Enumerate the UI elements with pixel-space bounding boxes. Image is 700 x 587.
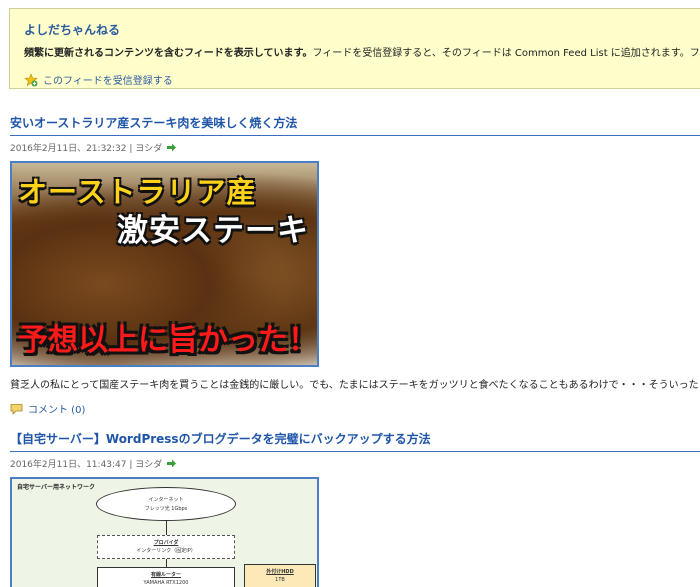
diagram-title: 自宅サーバー用ネットワーク <box>17 482 95 491</box>
diagram-hdd-sub: 1TB <box>245 576 315 584</box>
diagram-router-node: 有線ルーター YAMAHA RTX1200 <box>97 567 235 587</box>
diagram-hdd-label: 外付けHDD <box>245 568 315 576</box>
diagram-router-sub: YAMAHA RTX1200 <box>98 579 234 587</box>
go-arrow-icon[interactable] <box>166 142 177 153</box>
feed-post: 安いオーストラリア産ステーキ肉を美味しく焼く方法 2016年2月11日、21:3… <box>10 114 700 416</box>
feed-description-bold: 頻繁に更新されるコンテンツを含むフィードを表示しています。 <box>24 48 313 59</box>
post-title-link[interactable]: 安いオーストラリア産ステーキ肉を美味しく焼く方法 <box>10 114 700 136</box>
thumbnail-caption-2: 激安ステーキ <box>117 205 309 250</box>
post-meta: 2016年2月11日、11:43:47 | ヨシダ <box>10 457 700 470</box>
diagram-connector <box>166 521 167 535</box>
feed-description-rest: フィードを受信登録すると、そのフィードは Common Feed List に追… <box>313 48 700 59</box>
diagram-router-label: 有線ルーター <box>98 571 234 579</box>
feed-description: 頻繁に更新されるコンテンツを含むフィードを表示しています。フィードを受信登録する… <box>24 44 700 59</box>
subscribe-link[interactable]: このフィードを受信登録する <box>24 72 700 87</box>
feed-info-banner: よしだちゃんねる 頻繁に更新されるコンテンツを含むフィードを表示しています。フィ… <box>9 8 700 89</box>
feed-title: よしだちゃんねる <box>24 21 700 38</box>
comments-label: コメント (0) <box>28 401 85 416</box>
diagram-provider-sub: インターリンク（固定IP） <box>98 547 234 555</box>
diagram-provider-label: プロバイダ <box>98 539 234 547</box>
subscribe-star-icon <box>24 73 38 87</box>
post-thumbnail-image[interactable]: オーストラリア産 激安ステーキ 予想以上に旨かった！ <box>10 161 319 367</box>
go-arrow-icon[interactable] <box>166 458 177 469</box>
subscribe-label: このフィードを受信登録する <box>43 72 173 87</box>
diagram-internet-node: インターネット フレッツ光 1Gbps <box>96 487 236 521</box>
comments-link[interactable]: コメント (0) <box>10 401 700 416</box>
post-title-link[interactable]: 【自宅サーバー】WordPressのブログデータを完璧にバックアップする方法 <box>10 430 700 452</box>
comment-bubble-icon <box>10 403 23 415</box>
diagram-connector <box>166 559 167 567</box>
post-thumbnail-image[interactable]: 自宅サーバー用ネットワーク インターネット フレッツ光 1Gbps プロバイダ … <box>10 477 319 587</box>
post-meta-text: 2016年2月11日、11:43:47 | ヨシダ <box>10 457 162 470</box>
post-excerpt: 貧乏人の私にとって国産ステーキ肉を買うことは金銭的に厳しい。でも、たまにはステー… <box>10 376 700 391</box>
diagram-internet-sub: フレッツ光 1Gbps <box>97 505 235 514</box>
diagram-internet-label: インターネット <box>97 496 235 505</box>
post-meta-text: 2016年2月11日、21:32:32 | ヨシダ <box>10 141 162 154</box>
post-meta: 2016年2月11日、21:32:32 | ヨシダ <box>10 141 700 154</box>
feed-post: 【自宅サーバー】WordPressのブログデータを完璧にバックアップする方法 2… <box>10 430 700 587</box>
thumbnail-caption-3: 予想以上に旨かった！ <box>18 315 318 359</box>
diagram-provider-node: プロバイダ インターリンク（固定IP） <box>97 535 235 559</box>
